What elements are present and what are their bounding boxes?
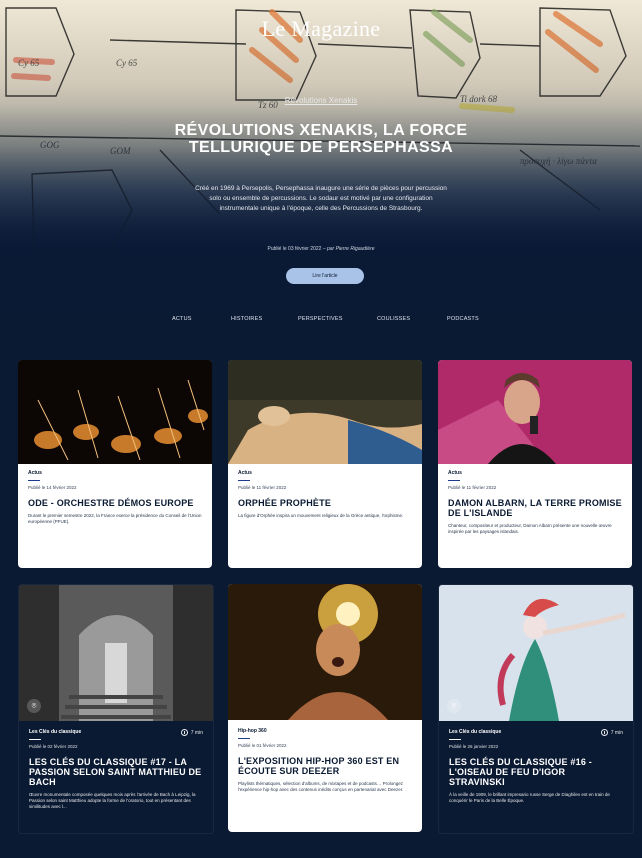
card-duration: 7 min <box>600 729 623 736</box>
card-title[interactable]: LES CLÉS DU CLASSIQUE #16 - L'OISEAU DE … <box>449 757 623 787</box>
article-card[interactable]: Actus Publié le 11 février 2022 ORPHÉE P… <box>228 360 422 568</box>
card-body: Les Clés du classique 7 min Publié le 26… <box>439 721 633 804</box>
card-body: Actus Publié le 11 février 2022 DAMON AL… <box>438 464 632 535</box>
card-image-orchestra[interactable] <box>18 360 212 464</box>
location-pin-icon: ⌾ <box>447 699 461 713</box>
card-body: Actus Publié le 14 février 2022 ODE - OR… <box>18 464 212 525</box>
tag-underline <box>238 738 250 739</box>
article-card[interactable]: Actus Publié le 14 février 2022 ODE - OR… <box>18 360 212 568</box>
card-image-orpheus[interactable] <box>228 360 422 464</box>
card-body: Les Clés du classique 7 min Publié le 02… <box>19 721 213 810</box>
clock-icon <box>180 729 188 736</box>
tag-underline <box>449 739 461 740</box>
location-pin-icon: ⌾ <box>27 699 41 713</box>
card-image-firebird[interactable]: ⌾ <box>439 585 633 721</box>
card-tag: Les Clés du classique <box>29 729 82 735</box>
nav-item-coulisses[interactable]: COULISSES <box>377 316 410 322</box>
card-date: Publié le 11 février 2022 <box>448 485 497 490</box>
card-date: Publié le 01 février 2022 <box>238 743 287 748</box>
card-title[interactable]: LES CLÉS DU CLASSIQUE #17 - LA PASSION S… <box>29 757 203 787</box>
card-date: Publié le 11 février 2022 <box>238 485 287 490</box>
nav-item-podcasts[interactable]: PODCASTS <box>447 316 479 322</box>
orpheus-painting <box>228 360 422 464</box>
card-excerpt: Durant le premier semestre 2022, la Fran… <box>28 513 202 524</box>
tag-underline <box>28 480 40 481</box>
nav-item-actus[interactable]: ACTUS <box>172 316 192 322</box>
read-article-button[interactable]: Lire l'article <box>286 268 364 284</box>
orchestra-illustration <box>18 360 212 464</box>
card-title[interactable]: ODE - ORCHESTRE DÉMOS EUROPE <box>28 498 202 508</box>
hero-gradient-overlay <box>0 0 642 348</box>
card-image-church[interactable]: ⌾ <box>19 585 213 721</box>
card-date: Publié le 14 février 2022 <box>28 485 77 490</box>
article-card[interactable]: Actus Publié le 11 février 2022 DAMON AL… <box>438 360 632 568</box>
card-tag: Actus <box>448 470 462 476</box>
card-excerpt: Œuvre monumentale composée quelques mois… <box>29 792 196 809</box>
tag-underline <box>448 480 460 481</box>
card-excerpt: Chanteur, compositeur et producteur, Dam… <box>448 523 612 534</box>
card-excerpt: À la veille de 1909, le brillant impresa… <box>449 792 610 803</box>
hero-summary: Créé en 1969 à Persepolis, Persephassa i… <box>195 185 447 212</box>
card-date: Publié le 02 février 2022 <box>29 744 78 749</box>
hero-category-link[interactable]: Révolutions Xenakis <box>0 96 642 105</box>
card-duration: 7 min <box>180 729 203 736</box>
hero-meta: Publié le 03 février 2022 – par Pierre R… <box>0 246 642 252</box>
card-image-hiphop[interactable] <box>228 584 422 720</box>
article-card[interactable]: ⌾ Les Clés du classique 7 min Publié le … <box>18 584 214 834</box>
article-grid: Actus Publié le 14 février 2022 ODE - OR… <box>18 360 634 840</box>
card-title[interactable]: ORPHÉE PROPHÈTE <box>238 498 412 508</box>
duration-label: 7 min <box>190 729 203 736</box>
card-image-albarn[interactable] <box>438 360 632 464</box>
hero-date: Publié le 03 février 2022 <box>267 246 322 252</box>
page: Cy 65 Cy 65 Tz 60 Ti dork 68 GOG GOM προ… <box>0 0 642 858</box>
section-nav: ACTUS HISTOIRES PERSPECTIVES COULISSES P… <box>0 316 642 332</box>
card-title[interactable]: L'EXPOSITION HIP-HOP 360 EST EN ÉCOUTE S… <box>238 756 412 776</box>
card-tag: Hip-hop 360 <box>238 728 267 734</box>
card-date: Publié le 26 janvier 2022 <box>449 744 499 749</box>
card-excerpt: La figure d'Orphée inspira un mouvement … <box>238 513 404 518</box>
duration-label: 7 min <box>610 729 623 736</box>
hero-title[interactable]: RÉVOLUTIONS XENAKIS, LA FORCE TELLURIQUE… <box>160 122 482 156</box>
hero-banner: Cy 65 Cy 65 Tz 60 Ti dork 68 GOG GOM προ… <box>0 0 642 348</box>
article-card[interactable]: ⌾ Les Clés du classique 7 min Publié le … <box>438 584 634 834</box>
card-body: Actus Publié le 11 février 2022 ORPHÉE P… <box>228 464 422 519</box>
article-card[interactable]: Hip-hop 360 Publié le 01 février 2022 L'… <box>228 584 422 832</box>
card-tag: Les Clés du classique <box>449 729 502 735</box>
nav-item-histoires[interactable]: HISTOIRES <box>231 316 262 322</box>
card-tag: Actus <box>238 470 252 476</box>
card-excerpt: Playlists thématiques, sélection d'album… <box>238 781 404 792</box>
hero-author: par Pierre Rigaudière <box>326 246 375 252</box>
card-body: Hip-hop 360 Publié le 01 février 2022 L'… <box>228 720 422 793</box>
brand-logo[interactable]: Le Magazine <box>0 16 642 42</box>
clock-icon <box>600 729 608 736</box>
hiphop-performer-photo <box>228 584 422 720</box>
nav-item-perspectives[interactable]: PERSPECTIVES <box>298 316 343 322</box>
tag-underline <box>29 739 41 740</box>
firebird-dancer-photo <box>439 585 633 721</box>
tag-underline <box>238 480 250 481</box>
church-interior-photo <box>19 585 213 721</box>
card-tag: Actus <box>28 470 42 476</box>
albarn-portrait <box>438 360 632 464</box>
card-title[interactable]: DAMON ALBARN, LA TERRE PROMISE DE L'ISLA… <box>448 498 622 518</box>
